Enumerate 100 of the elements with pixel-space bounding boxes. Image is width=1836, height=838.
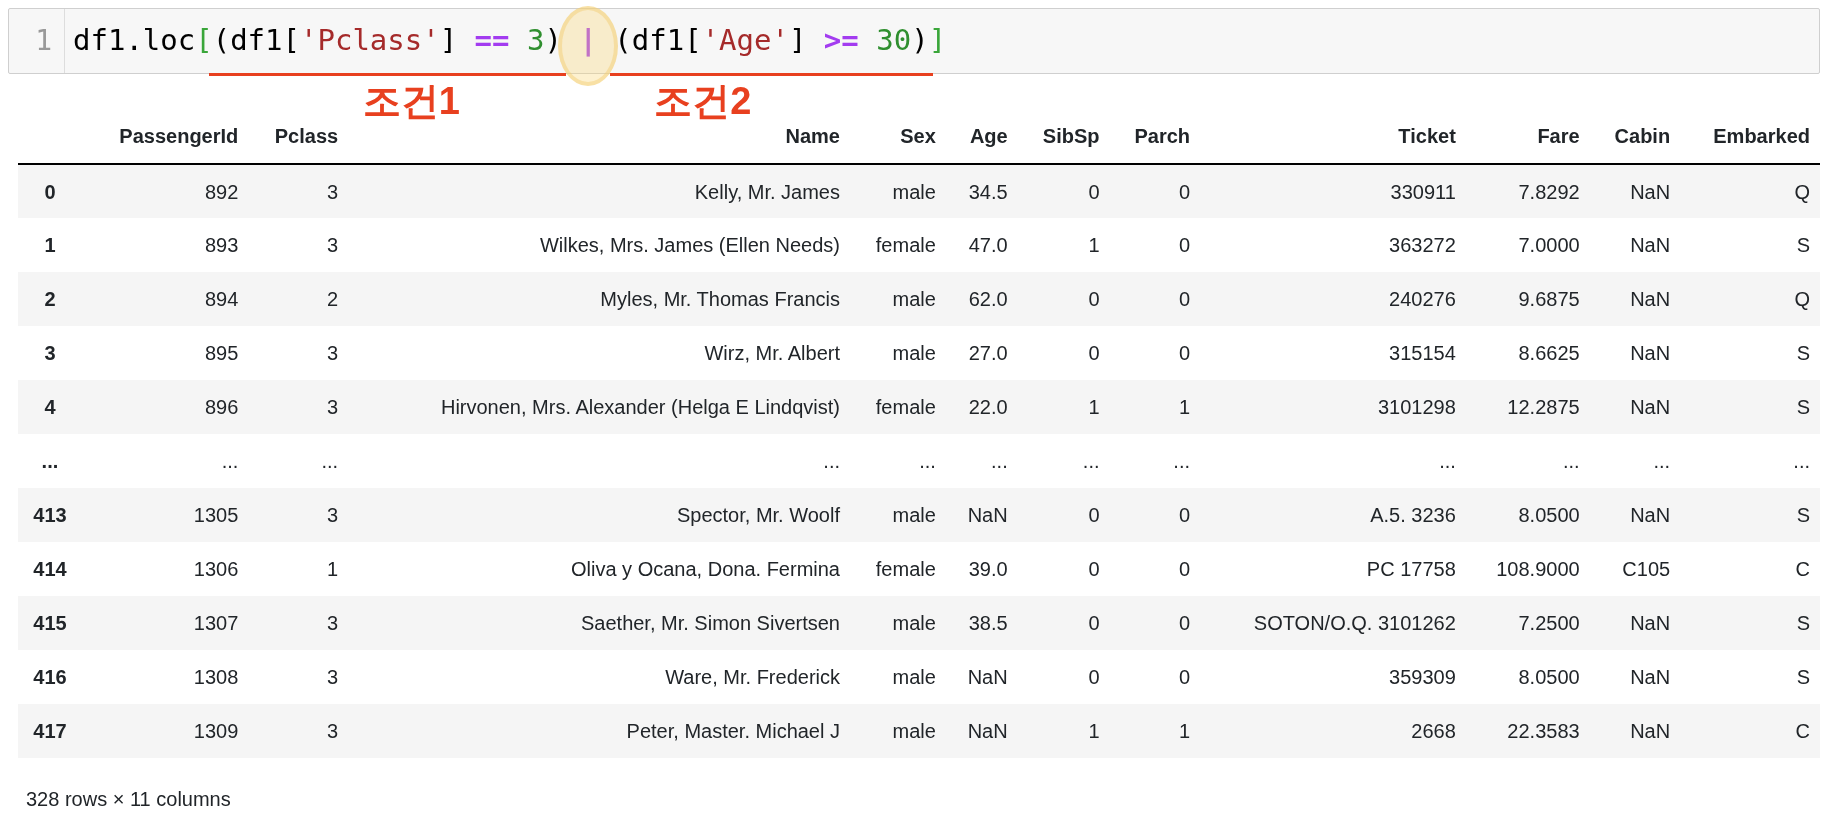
table-cell: 0 — [1017, 542, 1110, 596]
table-cell: 8.0500 — [1465, 650, 1590, 704]
row-index: 417 — [18, 704, 82, 758]
table-cell: ... — [81, 434, 249, 488]
table-cell: 0 — [1109, 488, 1200, 542]
table-cell: Saether, Mr. Simon Sivertsen — [348, 596, 850, 650]
table-cell: 8.0500 — [1465, 488, 1590, 542]
table-cell: male — [850, 596, 946, 650]
table-cell: 39.0 — [945, 542, 1018, 596]
table-cell: 1 — [1017, 380, 1110, 434]
table-cell: NaN — [1589, 488, 1681, 542]
table-cell: NaN — [1589, 596, 1681, 650]
table-cell: 1 — [1109, 704, 1200, 758]
table-cell: 892 — [81, 164, 249, 218]
table-cell: 1307 — [81, 596, 249, 650]
table-cell: 9.6875 — [1465, 272, 1590, 326]
table-cell: 895 — [81, 326, 249, 380]
table-cell: Peter, Master. Michael J — [348, 704, 850, 758]
table-cell: 3 — [248, 218, 349, 272]
table-cell: 3 — [248, 488, 349, 542]
table-cell: Kelly, Mr. James — [348, 164, 850, 218]
row-index: ... — [18, 434, 82, 488]
table-cell: 0 — [1109, 218, 1200, 272]
table-cell: male — [850, 326, 946, 380]
table-cell: 0 — [1017, 326, 1110, 380]
table-cell: 27.0 — [945, 326, 1018, 380]
table-cell: S — [1680, 596, 1820, 650]
row-index: 2 — [18, 272, 82, 326]
table-cell: 62.0 — [945, 272, 1018, 326]
table-cell: 0 — [1017, 650, 1110, 704]
table-cell: male — [850, 272, 946, 326]
table-cell: NaN — [1589, 704, 1681, 758]
row-index: 415 — [18, 596, 82, 650]
table-cell: ... — [1200, 434, 1466, 488]
table-cell: 240276 — [1200, 272, 1466, 326]
row-count: 328 rows × 11 columns — [26, 787, 232, 812]
table-cell: 1305 — [81, 488, 249, 542]
line-number: 1 — [9, 9, 65, 73]
row-index: 413 — [18, 488, 82, 542]
table-cell: male — [850, 650, 946, 704]
table-cell: female — [850, 380, 946, 434]
table-cell: 0 — [1109, 326, 1200, 380]
table-cell: S — [1680, 488, 1820, 542]
table-cell: Ware, Mr. Frederick — [348, 650, 850, 704]
table-cell: Oliva y Ocana, Dona. Fermina — [348, 542, 850, 596]
table-cell: 0 — [1017, 272, 1110, 326]
row-index: 1 — [18, 218, 82, 272]
table-cell: NaN — [1589, 164, 1681, 218]
table-cell: 3 — [248, 650, 349, 704]
table-cell: 893 — [81, 218, 249, 272]
table-cell: Wirz, Mr. Albert — [348, 326, 850, 380]
table-cell: 0 — [1109, 596, 1200, 650]
table-cell: 8.6625 — [1465, 326, 1590, 380]
table-cell: male — [850, 488, 946, 542]
table-cell: 7.0000 — [1465, 218, 1590, 272]
table-cell: 1306 — [81, 542, 249, 596]
table-cell: 38.5 — [945, 596, 1018, 650]
row-index: 4 — [18, 380, 82, 434]
table-cell: 363272 — [1200, 218, 1466, 272]
code-line: df1.loc[(df1['Pclass'] == 3) | (df1['Age'] >= 30)] — [72, 22, 947, 60]
table-cell: 3 — [248, 326, 349, 380]
table-cell: NaN — [1589, 380, 1681, 434]
table-cell: 3101298 — [1200, 380, 1466, 434]
table-cell: 12.2875 — [1465, 380, 1590, 434]
table-cell: Q — [1680, 272, 1820, 326]
table-cell: Q — [1680, 164, 1820, 218]
table-cell: 0 — [1109, 542, 1200, 596]
table-cell: 22.3583 — [1465, 704, 1590, 758]
table-cell: NaN — [945, 488, 1018, 542]
table-cell: 1308 — [81, 650, 249, 704]
table-cell: 47.0 — [945, 218, 1018, 272]
table-cell: S — [1680, 650, 1820, 704]
table-cell: 34.5 — [945, 164, 1018, 218]
table-cell: Hirvonen, Mrs. Alexander (Helga E Lindqvist) — [348, 380, 850, 434]
table-cell: Wilkes, Mrs. James (Ellen Needs) — [348, 218, 850, 272]
table-cell: C — [1680, 542, 1820, 596]
table-cell: 1 — [1017, 218, 1110, 272]
table-cell: S — [1680, 380, 1820, 434]
table-cell: 1 — [1109, 380, 1200, 434]
table-cell: 0 — [1017, 164, 1110, 218]
table-cell: ... — [850, 434, 946, 488]
table-cell: C105 — [1589, 542, 1681, 596]
table-cell: 3 — [248, 164, 349, 218]
table-cell: A.5. 3236 — [1200, 488, 1466, 542]
table-cell: SOTON/O.Q. 3101262 — [1200, 596, 1466, 650]
table-cell: 0 — [1017, 488, 1110, 542]
table-cell: 3 — [248, 596, 349, 650]
table-cell: 7.2500 — [1465, 596, 1590, 650]
table-cell: C — [1680, 704, 1820, 758]
table-cell: NaN — [1589, 218, 1681, 272]
table-cell: 896 — [81, 380, 249, 434]
table-cell: 2668 — [1200, 704, 1466, 758]
table-cell: ... — [1465, 434, 1590, 488]
table-cell: 3 — [248, 380, 349, 434]
table-cell: NaN — [1589, 272, 1681, 326]
table-cell: Spector, Mr. Woolf — [348, 488, 850, 542]
table-cell: Myles, Mr. Thomas Francis — [348, 272, 850, 326]
table-cell: PC 17758 — [1200, 542, 1466, 596]
table-cell: 894 — [81, 272, 249, 326]
table-cell: 108.9000 — [1465, 542, 1590, 596]
